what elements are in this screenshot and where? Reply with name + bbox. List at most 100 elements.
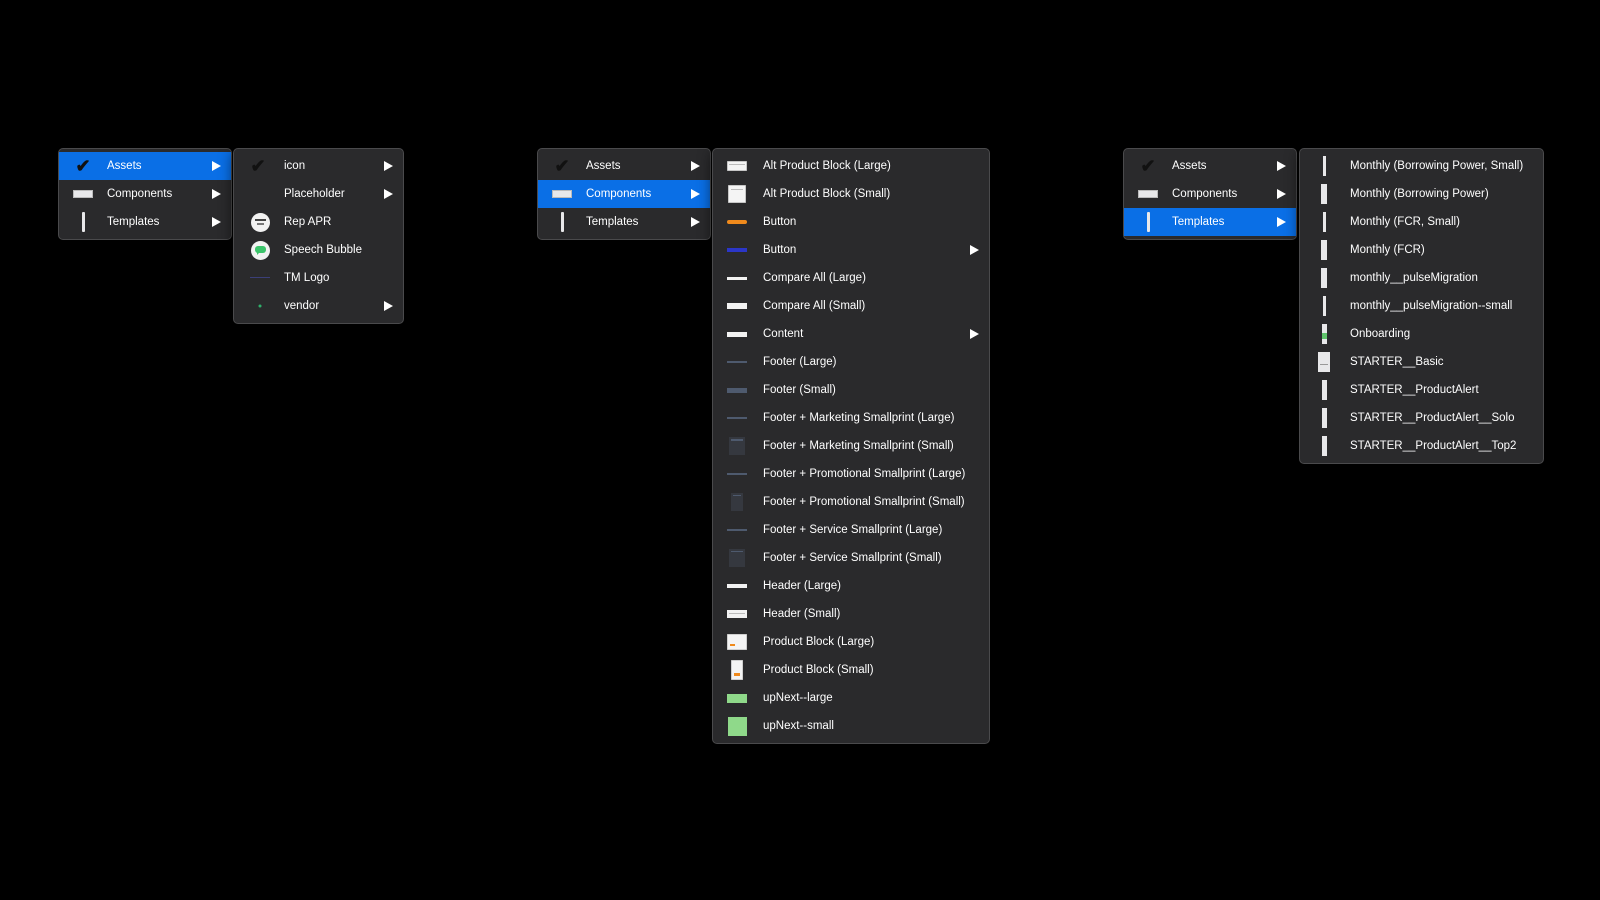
submenu-item-label: Alt Product Block (Small) bbox=[763, 188, 891, 200]
submenu-arrow-icon bbox=[691, 180, 700, 208]
submenu-item-monthly-fcr[interactable]: Monthly (FCR) bbox=[1300, 236, 1543, 264]
menu-item-assets[interactable]: ✔ Assets bbox=[59, 152, 231, 180]
checkmark-icon: ✔ bbox=[250, 156, 266, 176]
submenu-item-upnext-small[interactable]: upNext--small bbox=[713, 712, 989, 740]
menu-item-assets[interactable]: ✔ Assets bbox=[1124, 152, 1296, 180]
submenu-item-content[interactable]: Content bbox=[713, 320, 989, 348]
menu-item-label: Components bbox=[586, 188, 652, 200]
submenu-arrow-icon bbox=[691, 208, 700, 236]
submenu-item-label: Footer + Promotional Smallprint (Small) bbox=[763, 496, 965, 508]
submenu-item-label: Footer + Promotional Smallprint (Large) bbox=[763, 468, 966, 480]
submenu-item-label: Footer + Marketing Smallprint (Large) bbox=[763, 412, 955, 424]
submenu-item-speech-bubble[interactable]: Speech Bubble bbox=[234, 236, 403, 264]
submenu-arrow-icon bbox=[1277, 180, 1286, 208]
thumbnail-icon bbox=[713, 544, 761, 572]
menu-item-label: Templates bbox=[1172, 216, 1225, 228]
submenu-item-starter-productalert[interactable]: STARTER__ProductAlert bbox=[1300, 376, 1543, 404]
component-thumbnail-icon bbox=[59, 180, 107, 208]
submenu-item-onboarding[interactable]: Onboarding bbox=[1300, 320, 1543, 348]
submenu-arrow-icon bbox=[1277, 152, 1286, 180]
submenu-item-label: Alt Product Block (Large) bbox=[763, 160, 891, 172]
template-thumbnail-icon bbox=[1300, 208, 1348, 236]
submenu-arrow-icon bbox=[970, 320, 979, 348]
submenu-item-header-large[interactable]: Header (Large) bbox=[713, 572, 989, 600]
menu-item-templates[interactable]: Templates bbox=[59, 208, 231, 236]
submenu-item-monthly-pulsemigration-small[interactable]: monthly__pulseMigration--small bbox=[1300, 292, 1543, 320]
submenu-item-tm-logo[interactable]: TM Logo bbox=[234, 264, 403, 292]
submenu-arrow-icon bbox=[212, 208, 221, 236]
speech-bubble-icon bbox=[234, 236, 286, 264]
menu-item-label: Components bbox=[1172, 188, 1238, 200]
template-thumbnail-icon bbox=[1300, 432, 1348, 460]
menu-item-assets[interactable]: ✔ Assets bbox=[538, 152, 710, 180]
submenu-item-upnext-large[interactable]: upNext--large bbox=[713, 684, 989, 712]
submenu-arrow-icon bbox=[384, 152, 393, 180]
submenu-item-footer-marketing-small[interactable]: Footer + Marketing Smallprint (Small) bbox=[713, 432, 989, 460]
submenu-item-label: Monthly (Borrowing Power) bbox=[1350, 188, 1489, 200]
thumbnail-icon bbox=[713, 460, 761, 488]
submenu-item-label: Header (Small) bbox=[763, 608, 841, 620]
submenu-item-button-blue[interactable]: Button bbox=[713, 236, 989, 264]
submenu-item-monthly-borrowing-power-small[interactable]: Monthly (Borrowing Power, Small) bbox=[1300, 152, 1543, 180]
submenu-item-vendor[interactable]: vendor bbox=[234, 292, 403, 320]
submenu-item-footer-promotional-small[interactable]: Footer + Promotional Smallprint (Small) bbox=[713, 488, 989, 516]
submenu-item-label: upNext--large bbox=[763, 692, 833, 704]
menu-item-label: Components bbox=[107, 188, 173, 200]
submenu-item-placeholder[interactable]: Placeholder bbox=[234, 180, 403, 208]
thumbnail-icon bbox=[713, 376, 761, 404]
submenu-item-rep-apr[interactable]: Rep APR bbox=[234, 208, 403, 236]
submenu-item-starter-productalert-top2[interactable]: STARTER__ProductAlert__Top2 bbox=[1300, 432, 1543, 460]
submenu-item-label: STARTER__ProductAlert__Solo bbox=[1350, 412, 1515, 424]
submenu-item-label: Rep APR bbox=[284, 216, 332, 228]
submenu-item-compare-all-large[interactable]: Compare All (Large) bbox=[713, 264, 989, 292]
submenu-item-footer-small[interactable]: Footer (Small) bbox=[713, 376, 989, 404]
submenu-item-monthly-pulsemigration[interactable]: monthly__pulseMigration bbox=[1300, 264, 1543, 292]
thumbnail-icon bbox=[713, 208, 761, 236]
thumbnail-icon bbox=[713, 404, 761, 432]
submenu-item-monthly-borrowing-power[interactable]: Monthly (Borrowing Power) bbox=[1300, 180, 1543, 208]
menu-item-components[interactable]: Components bbox=[538, 180, 710, 208]
submenu-item-button-orange[interactable]: Button bbox=[713, 208, 989, 236]
menu-item-templates[interactable]: Templates bbox=[1124, 208, 1296, 236]
thumbnail-icon bbox=[713, 516, 761, 544]
submenu-item-icon[interactable]: ✔ icon bbox=[234, 152, 403, 180]
group2-main-menu: ✔ Assets Components Templates bbox=[537, 148, 711, 240]
template-thumbnail-icon bbox=[1300, 180, 1348, 208]
submenu-item-label: Footer (Small) bbox=[763, 384, 836, 396]
submenu-item-label: monthly__pulseMigration--small bbox=[1350, 300, 1513, 312]
menu-item-label: Assets bbox=[107, 160, 142, 172]
template-thumbnail-icon bbox=[1300, 376, 1348, 404]
submenu-item-label: Compare All (Large) bbox=[763, 272, 866, 284]
submenu-item-footer-marketing-large[interactable]: Footer + Marketing Smallprint (Large) bbox=[713, 404, 989, 432]
submenu-item-footer-large[interactable]: Footer (Large) bbox=[713, 348, 989, 376]
thumbnail-icon bbox=[713, 712, 761, 740]
submenu-item-monthly-fcr-small[interactable]: Monthly (FCR, Small) bbox=[1300, 208, 1543, 236]
submenu-item-starter-basic[interactable]: STARTER__Basic bbox=[1300, 348, 1543, 376]
submenu-item-label: Onboarding bbox=[1350, 328, 1411, 340]
template-thumbnail-icon bbox=[1300, 152, 1348, 180]
submenu-item-product-block-large[interactable]: Product Block (Large) bbox=[713, 628, 989, 656]
submenu-arrow-icon bbox=[691, 152, 700, 180]
submenu-item-footer-service-small[interactable]: Footer + Service Smallprint (Small) bbox=[713, 544, 989, 572]
template-thumbnail-icon bbox=[59, 208, 107, 236]
menu-item-components[interactable]: Components bbox=[59, 180, 231, 208]
submenu-item-label: STARTER__Basic bbox=[1350, 356, 1444, 368]
menu-item-templates[interactable]: Templates bbox=[538, 208, 710, 236]
submenu-item-footer-promotional-large[interactable]: Footer + Promotional Smallprint (Large) bbox=[713, 460, 989, 488]
menu-item-components[interactable]: Components bbox=[1124, 180, 1296, 208]
thumbnail-icon bbox=[713, 432, 761, 460]
submenu-item-label: Footer + Marketing Smallprint (Small) bbox=[763, 440, 954, 452]
submenu-item-label: Placeholder bbox=[284, 188, 345, 200]
submenu-item-label: STARTER__ProductAlert bbox=[1350, 384, 1479, 396]
submenu-item-compare-all-small[interactable]: Compare All (Small) bbox=[713, 292, 989, 320]
template-thumbnail-icon bbox=[1300, 320, 1348, 348]
submenu-item-footer-service-large[interactable]: Footer + Service Smallprint (Large) bbox=[713, 516, 989, 544]
submenu-item-alt-product-block-large[interactable]: Alt Product Block (Large) bbox=[713, 152, 989, 180]
submenu-item-alt-product-block-small[interactable]: Alt Product Block (Small) bbox=[713, 180, 989, 208]
submenu-item-product-block-small[interactable]: Product Block (Small) bbox=[713, 656, 989, 684]
component-thumbnail-icon bbox=[538, 180, 586, 208]
submenu-item-starter-productalert-solo[interactable]: STARTER__ProductAlert__Solo bbox=[1300, 404, 1543, 432]
submenu-item-header-small[interactable]: Header (Small) bbox=[713, 600, 989, 628]
submenu-arrow-icon bbox=[970, 236, 979, 264]
submenu-item-label: monthly__pulseMigration bbox=[1350, 272, 1478, 284]
